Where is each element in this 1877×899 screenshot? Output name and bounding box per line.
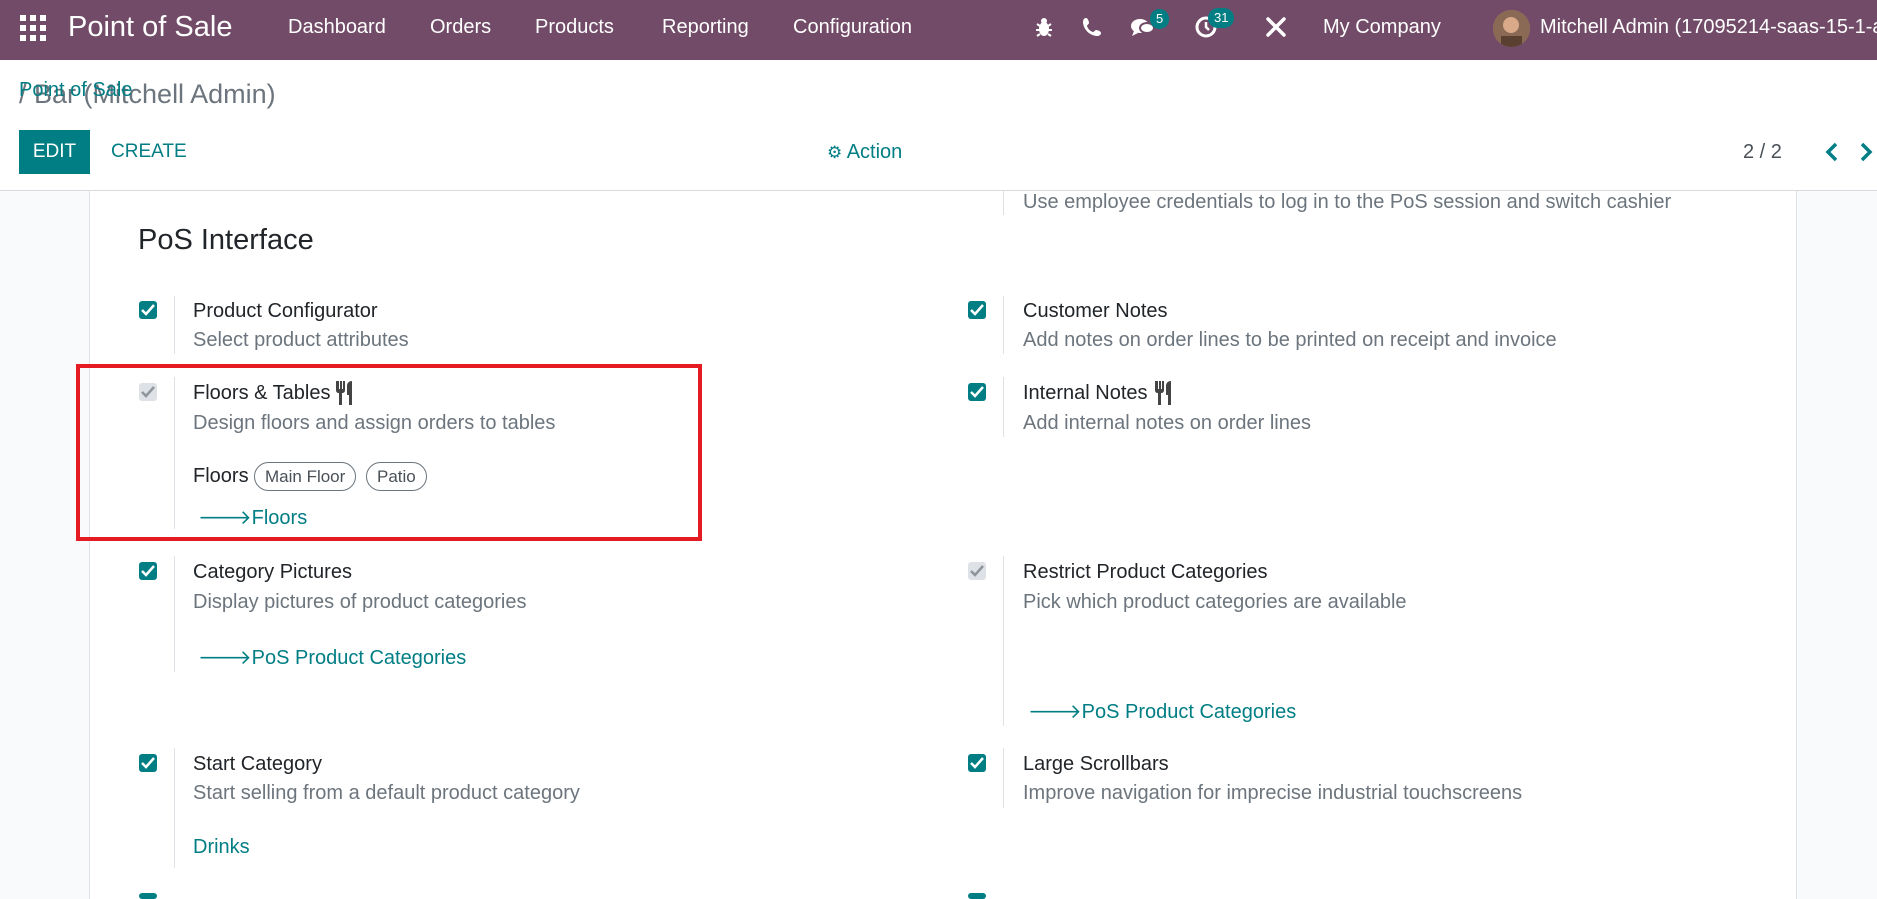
start-category-label: Start Category [193,753,322,775]
divider [1003,377,1004,437]
restrict-categories-desc: Pick which product categories are availa… [1023,591,1407,613]
divider [1003,191,1004,215]
large-scrollbars-checkbox[interactable] [968,754,986,772]
pager-value[interactable]: 2 / 2 [1743,130,1782,174]
menu-products[interactable]: Products [535,16,614,38]
action-label: Action [846,141,903,163]
start-category-value-link[interactable]: Drinks [193,836,250,859]
user-menu[interactable]: Mitchell Admin (17095214-saas-15-1-all) [1540,16,1877,39]
restrict-categories-label: Restrict Product Categories [1023,561,1268,583]
apps-menu-icon[interactable] [19,14,47,42]
product-configurator-label: Product Configurator [193,300,378,322]
large-scrollbars-label: Large Scrollbars [1023,753,1169,775]
app-brand[interactable]: Point of Sale [68,9,232,45]
product-configurator-checkbox[interactable] [139,301,157,319]
edit-button[interactable]: EDIT [19,130,90,174]
restrict-categories-link-label: PoS Product Categories [1081,701,1297,723]
divider [1003,748,1004,808]
category-pictures-label: Category Pictures [193,561,352,583]
action-menu[interactable]: ⚙ Action [827,130,902,174]
internal-notes-desc: Add internal notes on order lines [1023,412,1311,434]
phone-icon[interactable] [1079,14,1105,40]
tools-icon[interactable] [1263,14,1289,40]
restrict-categories-link[interactable]: 🡒PoS Product Categories [1028,699,1296,724]
form-sheet: Use employee credentials to log in to th… [89,191,1797,899]
user-avatar[interactable] [1493,10,1530,47]
pos-product-categories-link[interactable]: 🡒PoS Product Categories [198,645,466,670]
large-scrollbars-desc: Improve navigation for imprecise industr… [1023,782,1523,804]
debug-bug-icon[interactable] [1031,14,1057,40]
menu-configuration[interactable]: Configuration [793,16,912,38]
menu-dashboard[interactable]: Dashboard [288,16,386,38]
highlight-box [76,364,702,541]
divider [174,748,175,868]
pager-next-icon[interactable] [1856,140,1877,164]
internal-notes-label: Internal Notes [1023,382,1148,404]
category-pictures-checkbox[interactable] [139,562,157,580]
breadcrumb: Point of Sale / Bar (Mitchell Admin) [19,79,276,110]
customer-notes-label: Customer Notes [1023,300,1168,322]
create-button[interactable]: CREATE [111,130,187,174]
arrow-right-icon: 🡒 [198,647,252,669]
gear-icon: ⚙ [827,143,843,162]
next-setting-checkbox[interactable] [139,893,157,899]
breadcrumb-root-link[interactable]: Point of Sale [19,79,132,102]
pager-previous-icon[interactable] [1820,140,1844,164]
internal-notes-checkbox[interactable] [968,383,986,401]
pos-product-categories-link-label: PoS Product Categories [251,647,467,669]
control-panel: Point of Sale / Bar (Mitchell Admin) EDI… [0,60,1877,191]
employee-login-desc: Use employee credentials to log in to th… [1023,191,1672,213]
restrict-categories-checkbox [968,562,986,580]
menu-orders[interactable]: Orders [430,16,491,38]
divider [174,556,175,672]
menu-reporting[interactable]: Reporting [662,16,749,38]
divider [1003,556,1004,726]
start-category-desc: Start selling from a default product cat… [193,782,580,804]
top-navbar: Point of Sale Dashboard Orders Products … [0,0,1877,60]
divider [174,296,175,354]
customer-notes-checkbox[interactable] [968,301,986,319]
next-setting-checkbox[interactable] [968,893,986,899]
arrow-right-icon: 🡒 [1028,701,1082,723]
activities-count-badge: 31 [1208,8,1235,28]
restaurant-utensils-icon [1152,380,1176,411]
messages-count-badge: 5 [1150,9,1170,29]
start-category-checkbox[interactable] [139,754,157,772]
customer-notes-desc: Add notes on order lines to be printed o… [1023,329,1557,351]
company-switcher[interactable]: My Company [1323,16,1441,39]
product-configurator-desc: Select product attributes [193,329,409,351]
category-pictures-desc: Display pictures of product categories [193,591,527,613]
section-title: PoS Interface [138,224,314,256]
divider [1003,296,1004,354]
